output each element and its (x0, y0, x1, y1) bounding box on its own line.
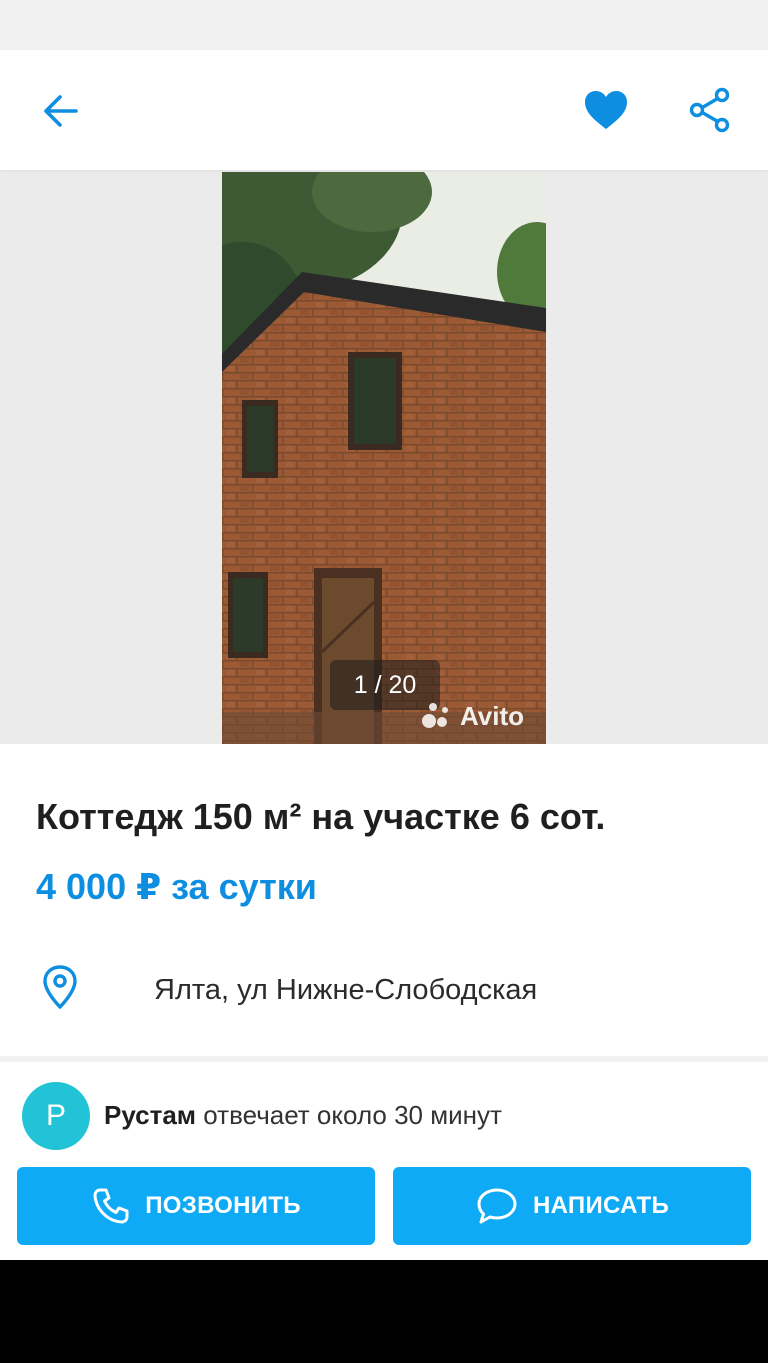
favorite-button[interactable] (576, 82, 636, 138)
listing-title: Коттедж 150 м² на участке 6 сот. (36, 796, 606, 837)
listing-photo[interactable] (222, 172, 546, 744)
avatar[interactable]: Р (22, 1082, 90, 1150)
top-toolbar (0, 50, 768, 170)
write-button[interactable]: НАПИСАТЬ (393, 1167, 751, 1245)
seller-info: Рустам отвечает около 30 минут (104, 1100, 502, 1131)
photo-gallery[interactable]: 1 / 20 Avito (0, 172, 768, 744)
listing-address[interactable]: Ялта, ул Нижне-Слободская (154, 974, 537, 1007)
status-bar (0, 0, 768, 50)
listing-price: 4 000 ₽ за сутки (36, 866, 317, 907)
call-button[interactable]: ПОЗВОНИТЬ (17, 1167, 375, 1245)
call-button-label: ПОЗВОНИТЬ (145, 1192, 301, 1219)
map-pin-icon (43, 965, 77, 1009)
system-navigation-bar (0, 1260, 768, 1363)
phone-icon (93, 1188, 129, 1224)
watermark-text: Avito (460, 700, 525, 731)
seller-response-time: отвечает около 30 минут (203, 1100, 502, 1130)
seller-name[interactable]: Рустам (104, 1100, 196, 1130)
avito-watermark: Avito (420, 698, 524, 734)
message-bubble-icon (477, 1188, 517, 1224)
share-icon (689, 87, 730, 133)
listing-info: Коттедж 150 м² на участке 6 сот. 4 000 ₽… (0, 744, 768, 1056)
arrow-left-icon (44, 95, 78, 127)
back-button[interactable] (30, 86, 90, 136)
heart-icon (585, 91, 627, 129)
share-button[interactable] (680, 82, 740, 138)
write-button-label: НАПИСАТЬ (532, 1192, 670, 1219)
contact-panel: Р Рустам отвечает около 30 минут ПОЗВОНИ… (0, 1062, 768, 1260)
avito-logo-icon (422, 703, 448, 728)
